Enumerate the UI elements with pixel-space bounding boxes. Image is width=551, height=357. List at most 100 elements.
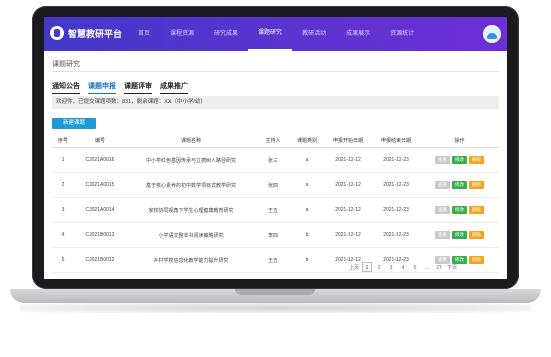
- pager-item[interactable]: 下页: [446, 262, 458, 272]
- top-navbar: 智慧教研平台 首页 课程资源 研究成果 课题研究 教研活动 成果展示 资源统计: [44, 17, 507, 51]
- user-avatar[interactable]: [483, 25, 501, 43]
- row-actions: 查看 修改 删除: [420, 172, 499, 198]
- logo-icon: [50, 26, 64, 40]
- row-type: b: [290, 222, 324, 248]
- view-button[interactable]: 查看: [435, 231, 450, 239]
- column-header: 主持人: [256, 133, 290, 148]
- row-index: 5: [52, 247, 74, 273]
- table-row: 1 CJ021A0016 中小学红色基因传承与立德树人路径研究 张三 a 2021-12-…: [52, 147, 499, 173]
- row-title[interactable]: 小学语文整本书阅读策略研究: [126, 222, 256, 248]
- row-actions: 查看 修改 删除: [420, 197, 499, 223]
- topics-table: 序号 编号 课题名称 主持人 课题类别 申报开始日期 申报结束日期 操作 1 CJ021A001…: [52, 133, 499, 273]
- row-index: 4: [52, 222, 74, 248]
- laptop-notch: [235, 289, 315, 295]
- table-row: 2 CJ021A0015 基于核心素养的初中数学项目式教学研究 张四 a 2021-12-…: [52, 172, 499, 198]
- row-end-date: 2021-12-23: [372, 197, 420, 223]
- main-nav: 首页 课程资源 研究成果 课题研究 教研活动 成果展示 资源统计: [128, 17, 424, 51]
- nav-item-0[interactable]: 首页: [128, 17, 160, 51]
- tab-1[interactable]: 课题申报: [88, 81, 116, 94]
- edit-button[interactable]: 修改: [452, 181, 467, 189]
- row-start-date: 2021-12-12: [324, 172, 372, 198]
- row-title[interactable]: 乡村学校信息化教学能力提升研究: [126, 247, 256, 273]
- delete-button[interactable]: 删除: [469, 156, 484, 164]
- row-title[interactable]: 家校协同视角下学生心理健康教育研究: [126, 197, 256, 223]
- row-type: b: [290, 247, 324, 273]
- column-header: 申报开始日期: [324, 133, 372, 148]
- pager-item: ...: [424, 265, 430, 271]
- row-host: 张四: [256, 172, 290, 198]
- laptop-frame: 智慧教研平台 首页 课程资源 研究成果 课题研究 教研活动 成果展示 资源统计 课题研究 通…: [0, 0, 551, 357]
- row-index: 1: [52, 147, 74, 173]
- pager-item[interactable]: 2: [374, 262, 384, 272]
- delete-button[interactable]: 删除: [469, 231, 484, 239]
- nav-item-2[interactable]: 研究成果: [204, 17, 248, 51]
- view-button[interactable]: 查看: [435, 206, 450, 214]
- row-code: CJ021A0015: [74, 172, 126, 198]
- delete-button[interactable]: 删除: [469, 181, 484, 189]
- row-index: 3: [52, 197, 74, 223]
- table-header-row: 序号 编号 课题名称 主持人 课题类别 申报开始日期 申报结束日期 操作: [52, 133, 499, 148]
- table-row: 3 CJ021A0014 家校协同视角下学生心理健康教育研究 王五 a 2021-12-1…: [52, 197, 499, 223]
- row-type: a: [290, 147, 324, 173]
- row-type: a: [290, 172, 324, 198]
- pager-item[interactable]: 5: [410, 262, 420, 272]
- table-body: 1 CJ021A0016 中小学红色基因传承与立德树人路径研究 张三 a 2021-12-…: [52, 147, 499, 273]
- row-host: 王五: [256, 247, 290, 273]
- row-code: CJ021B0013: [74, 222, 126, 248]
- column-header: 序号: [52, 133, 74, 148]
- row-start-date: 2021-12-12: [324, 147, 372, 173]
- row-end-date: 2021-12-23: [372, 222, 420, 248]
- new-topic-button[interactable]: 新建课题: [52, 118, 96, 129]
- column-header: 申报结束日期: [372, 133, 420, 148]
- view-button[interactable]: 查看: [435, 181, 450, 189]
- pager-item[interactable]: 27: [434, 262, 444, 272]
- row-host: 张三: [256, 147, 290, 173]
- pager-item[interactable]: 4: [398, 262, 408, 272]
- pager-item[interactable]: 3: [386, 262, 396, 272]
- pager-item[interactable]: 1: [362, 262, 373, 272]
- page-title: 课题研究: [52, 61, 80, 68]
- edit-button[interactable]: 修改: [452, 231, 467, 239]
- tab-2[interactable]: 课题评审: [124, 81, 152, 94]
- column-header: 编号: [74, 133, 126, 148]
- row-index: 2: [52, 172, 74, 198]
- tab-3[interactable]: 成果推广: [160, 81, 188, 94]
- nav-item-5[interactable]: 成果展示: [336, 17, 380, 51]
- delete-button[interactable]: 删除: [469, 256, 484, 264]
- row-title[interactable]: 基于核心素养的初中数学项目式教学研究: [126, 172, 256, 198]
- column-header: 课题类别: [290, 133, 324, 148]
- table-row: 4 CJ021B0013 小学语文整本书阅读策略研究 李四 b 2021-12-12 202…: [52, 222, 499, 248]
- screen: 智慧教研平台 首页 课程资源 研究成果 课题研究 教研活动 成果展示 资源统计 课题研究 通…: [44, 17, 507, 279]
- row-end-date: 2021-12-23: [372, 172, 420, 198]
- column-header: 课题名称: [126, 133, 256, 148]
- nav-item-6[interactable]: 资源统计: [380, 17, 424, 51]
- section-tabs: 通知公告 课题申报 课题评审 成果推广: [52, 81, 196, 94]
- row-host: 王五: [256, 197, 290, 223]
- nav-item-1[interactable]: 课程资源: [160, 17, 204, 51]
- delete-button[interactable]: 删除: [469, 206, 484, 214]
- edit-button[interactable]: 修改: [452, 156, 467, 164]
- row-end-date: 2021-12-23: [372, 147, 420, 173]
- laptop-shadow: [20, 303, 531, 313]
- tab-0[interactable]: 通知公告: [52, 81, 80, 94]
- pager-item[interactable]: 上页: [348, 262, 360, 272]
- view-button[interactable]: 查看: [435, 156, 450, 164]
- edit-button[interactable]: 修改: [452, 206, 467, 214]
- row-actions: 查看 修改 删除: [420, 147, 499, 173]
- row-start-date: 2021-12-12: [324, 197, 372, 223]
- pagination: 上页 1 2 3 4 5... 27 下页: [347, 262, 459, 272]
- info-bar: 欢迎你，已提交课题项数：831，剩余课题：XX（中小学/幼）: [52, 96, 499, 109]
- brand-title: 智慧教研平台: [68, 29, 123, 39]
- nav-item-4[interactable]: 教研活动: [292, 17, 336, 51]
- row-code: CJ021A0016: [74, 147, 126, 173]
- column-header: 操作: [420, 133, 499, 148]
- row-code: CJ021B0012: [74, 247, 126, 273]
- row-actions: 查看 修改 删除: [420, 222, 499, 248]
- row-type: a: [290, 197, 324, 223]
- row-title[interactable]: 中小学红色基因传承与立德树人路径研究: [126, 147, 256, 173]
- row-start-date: 2021-12-12: [324, 222, 372, 248]
- row-code: CJ021A0014: [74, 197, 126, 223]
- row-host: 李四: [256, 222, 290, 248]
- divider: [52, 71, 499, 72]
- nav-item-3[interactable]: 课题研究: [248, 17, 293, 51]
